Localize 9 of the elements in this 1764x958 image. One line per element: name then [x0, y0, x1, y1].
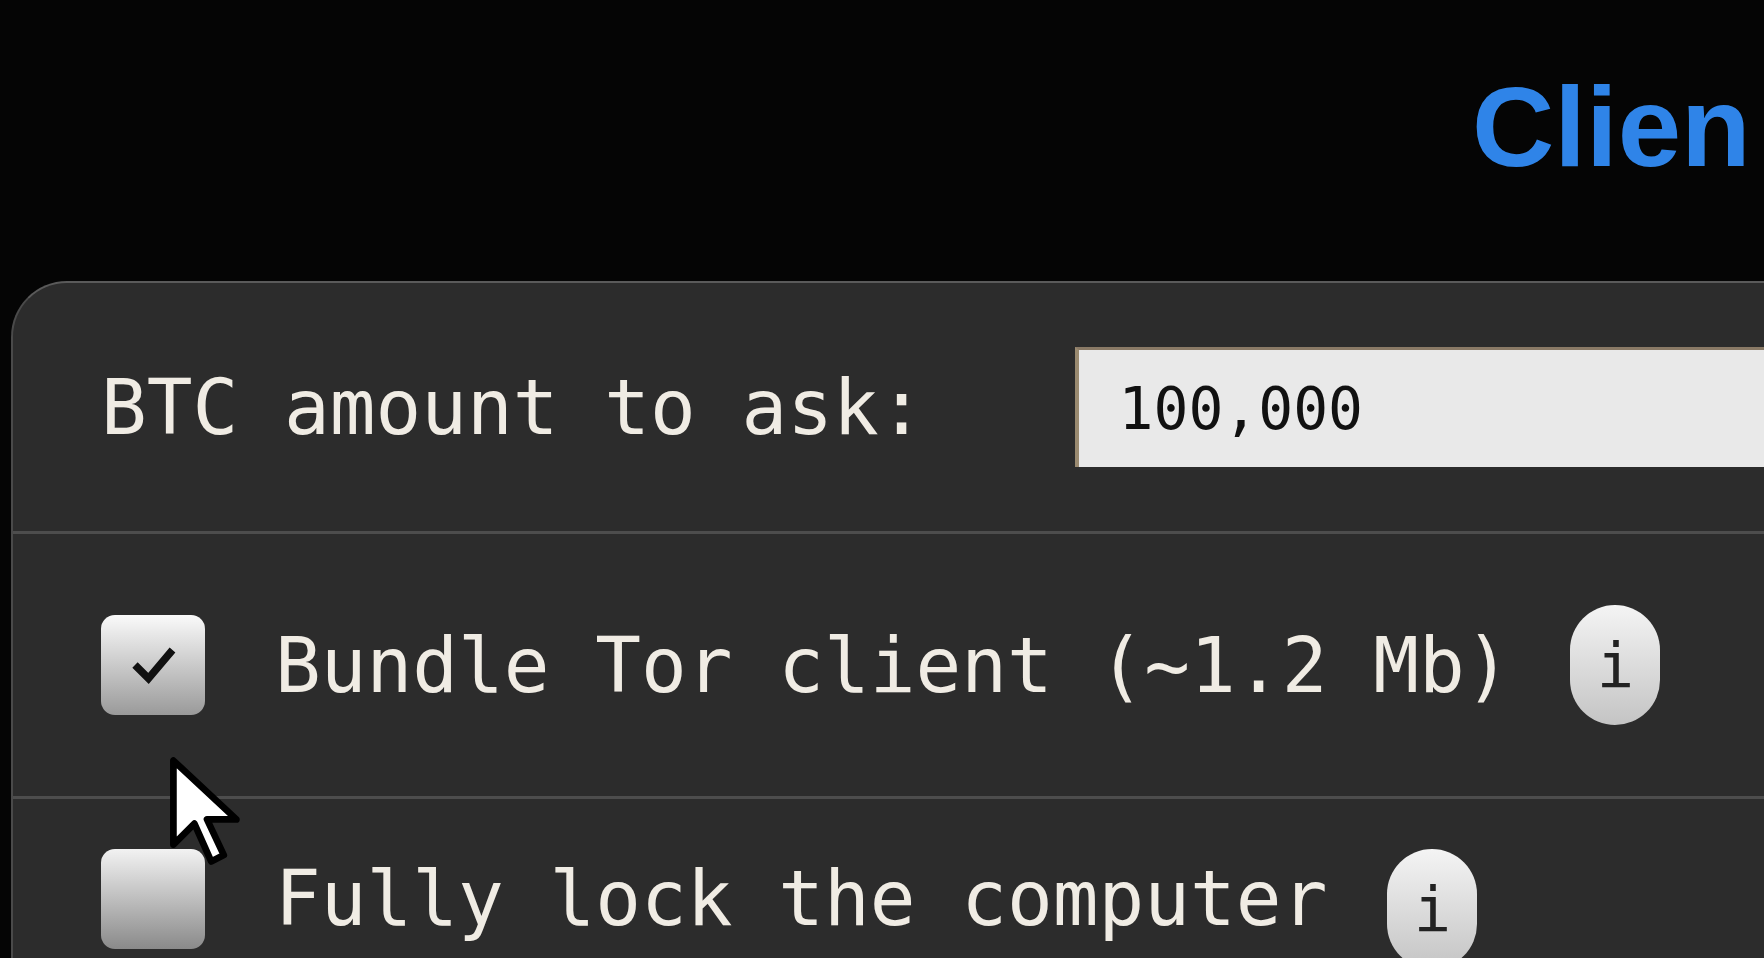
option-label: Bundle Tor client (~1.2 Mb) — [275, 620, 1511, 710]
checkbox[interactable] — [101, 849, 205, 949]
info-button[interactable]: i — [1570, 605, 1661, 725]
page-title: Clien — [1472, 63, 1751, 190]
checkbox[interactable] — [101, 615, 205, 715]
amount-input-field[interactable]: 100,000 — [1074, 347, 1764, 467]
option-label: Fully lock the computer — [275, 853, 1328, 945]
info-button[interactable]: i — [1387, 849, 1478, 958]
amount-label: BTC amount to ask: — [101, 362, 925, 452]
